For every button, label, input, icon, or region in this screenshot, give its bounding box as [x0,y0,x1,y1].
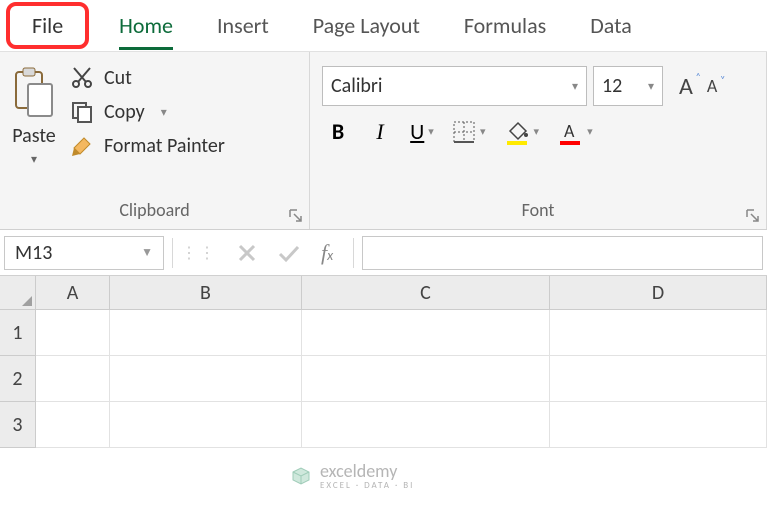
dialog-launcher-icon[interactable] [746,209,760,223]
chevron-down-icon[interactable]: ▾ [161,105,167,120]
fx-icon[interactable]: fx [321,240,333,266]
font-color-button[interactable]: A ▾ [557,119,593,145]
fill-color-button[interactable]: ▾ [504,119,540,145]
scissors-icon [70,66,94,90]
group-title-clipboard: Clipboard [12,199,297,225]
tab-formulas[interactable]: Formulas [442,2,568,49]
column-header[interactable]: A [36,276,110,310]
copy-icon [70,100,94,124]
watermark: exceldemy EXCEL · DATA · BI [290,460,414,491]
borders-icon [452,120,476,144]
bold-label: B [332,118,344,145]
font-name-value: Calibri [331,74,383,98]
format-painter-label: Format Painter [104,134,225,158]
tab-file[interactable]: File [6,2,89,49]
row-header[interactable]: 3 [0,402,36,448]
cell[interactable] [110,310,302,356]
bucket-icon [504,119,530,145]
paste-label: Paste [12,124,56,148]
chevron-down-icon[interactable]: ▼ [141,245,153,260]
cell[interactable] [302,310,550,356]
spreadsheet-grid: A B C D 1 2 3 [0,276,767,448]
tab-page-layout[interactable]: Page Layout [291,2,442,49]
cell[interactable] [302,402,550,448]
tab-home[interactable]: Home [97,2,195,49]
cell[interactable] [110,356,302,402]
group-title-font: Font [322,199,754,225]
column-header[interactable]: C [302,276,550,310]
format-painter-button[interactable]: Format Painter [70,134,225,158]
bold-button[interactable]: B [326,118,350,145]
chevron-down-icon[interactable]: ▾ [31,152,37,167]
clipboard-icon [12,66,56,120]
watermark-brand: exceldemy [320,460,397,482]
separator [172,238,173,268]
row-header[interactable]: 1 [0,310,36,356]
group-font: Calibri ▾ 12 ▾ A˄ A˅ B I U▾ ▾ [310,52,767,229]
decrease-font-icon[interactable]: A˅ [707,75,717,97]
grip-dots: ⋮⋮ [181,243,217,263]
svg-text:A: A [564,120,575,142]
italic-label: I [376,119,383,145]
dialog-launcher-icon[interactable] [289,209,303,223]
underline-button[interactable]: U▾ [410,118,434,145]
group-clipboard: Paste ▾ Cut Copy ▾ Format Painter C [0,52,310,229]
borders-button[interactable]: ▾ [452,120,486,144]
cell[interactable] [36,402,110,448]
chevron-down-icon: ▾ [572,79,578,94]
cell[interactable] [550,356,767,402]
copy-button[interactable]: Copy ▾ [70,100,225,124]
cell[interactable] [110,402,302,448]
enter-icon[interactable] [277,243,301,263]
cell[interactable] [36,356,110,402]
paste-button[interactable]: Paste ▾ [12,60,56,167]
font-size-value: 12 [602,74,622,98]
paintbrush-icon [70,134,94,158]
cell[interactable] [302,356,550,402]
tab-insert[interactable]: Insert [195,2,291,49]
column-header[interactable]: B [110,276,302,310]
select-all-corner[interactable] [0,276,36,310]
name-box-value: M13 [15,241,52,265]
cancel-icon[interactable] [237,243,257,263]
increase-font-icon[interactable]: A˄ [679,72,693,101]
column-header[interactable]: D [550,276,767,310]
underline-label: U [410,118,424,145]
font-name-select[interactable]: Calibri ▾ [322,66,587,106]
font-color-icon: A [557,119,583,145]
watermark-tagline: EXCEL · DATA · BI [320,480,414,491]
font-size-select[interactable]: 12 ▾ [593,66,663,106]
separator [353,238,354,268]
chevron-down-icon: ▾ [648,79,654,94]
cut-label: Cut [104,66,132,90]
copy-label: Copy [104,100,145,124]
cut-button[interactable]: Cut [70,66,225,90]
cell[interactable] [550,310,767,356]
logo-icon [290,465,312,487]
italic-button[interactable]: I [368,119,392,145]
row-header[interactable]: 2 [0,356,36,402]
tab-data[interactable]: Data [568,2,654,49]
name-box[interactable]: M13 ▼ [4,236,164,270]
formula-input[interactable] [362,236,763,270]
cell[interactable] [550,402,767,448]
cell[interactable] [36,310,110,356]
